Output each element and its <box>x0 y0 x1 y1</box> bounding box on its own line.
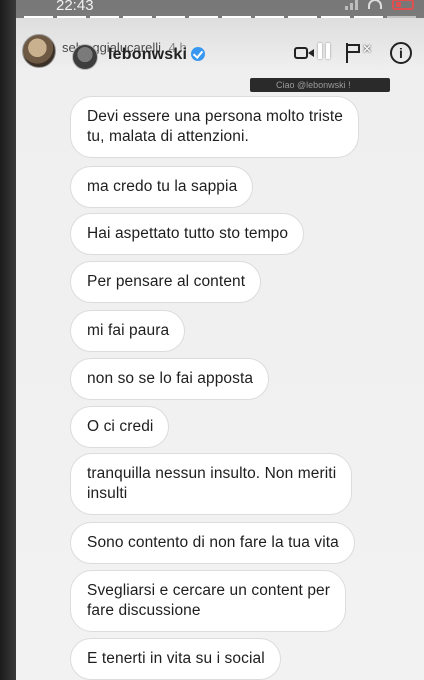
message-bubble: Sono contento di non fare la tua vita <box>70 522 355 564</box>
message-bubble: tranquilla nessun insulto. Non meriti in… <box>70 453 353 515</box>
message-bubble: E tenerti in vita su i social <box>70 638 281 680</box>
message-bubble: ma credo tu la sappia <box>70 166 254 208</box>
message-bubble: Per pensare al content <box>70 261 262 303</box>
message-bubble: non so se lo fai apposta <box>70 358 270 400</box>
message-bubble: Svegliarsi e cercare un content per fare… <box>70 570 347 632</box>
message-bubble: mi fai paura <box>70 310 186 352</box>
message-bubble: Devi essere una persona molto triste tu,… <box>70 96 360 158</box>
message-bubble: O ci credi <box>70 406 170 448</box>
message-thread: Devi essere una persona molto triste tu,… <box>16 0 424 680</box>
message-bubble: Hai aspettato tutto sto tempo <box>70 213 305 255</box>
story-viewer[interactable]: 22:43 selvaggialucarelli 4 h lebonwski ✕… <box>16 0 424 680</box>
left-edge <box>0 0 16 680</box>
